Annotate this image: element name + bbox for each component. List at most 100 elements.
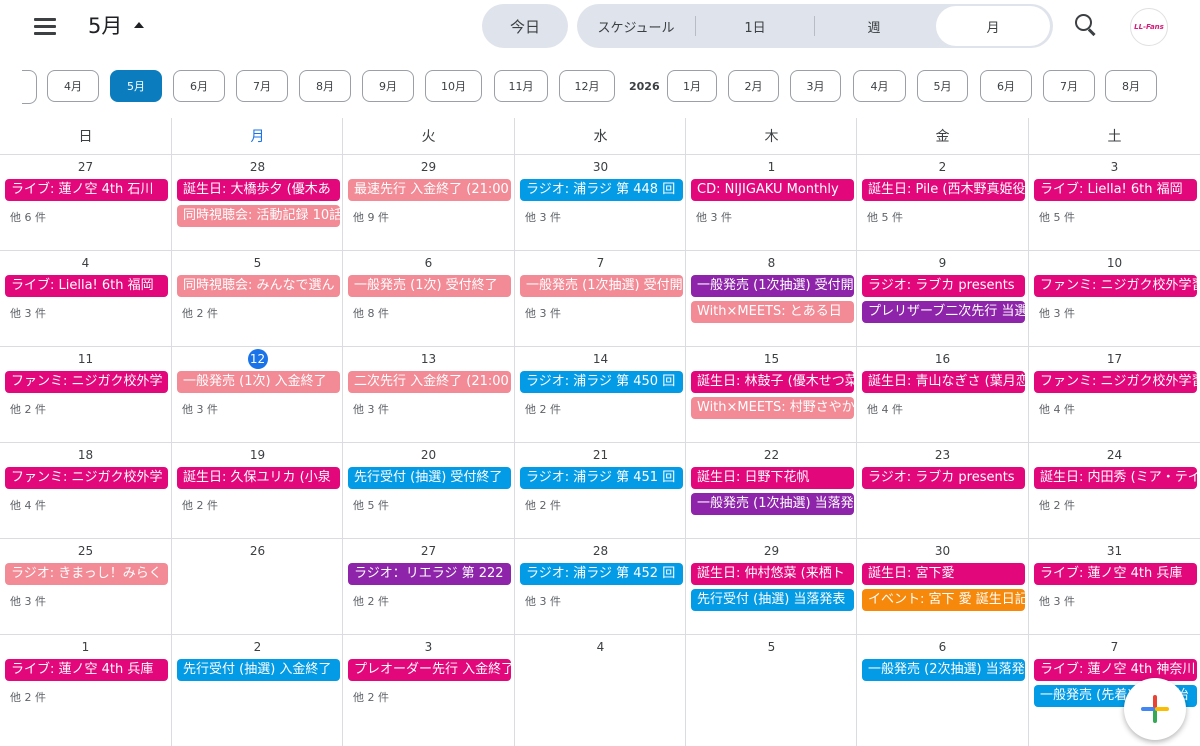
more-events-link[interactable]: 他 3 件 [525,305,561,321]
month-chip[interactable]: 9月 [362,70,414,102]
day-cell[interactable]: 22 誕生日: 日野下花帆 一般発売 (1次抽選) 当落発表 [686,442,857,538]
day-number[interactable]: 9 [857,253,1028,273]
day-cell[interactable]: 9 ラジオ: ラブカ presents プレリザーブ二次先行 当選 [857,250,1028,346]
event-chip[interactable]: 先行受付 (抽選) 当落発表 [691,589,854,611]
event-chip[interactable]: イベント: 宮下 愛 誕生日記念 [862,589,1025,611]
day-cell[interactable]: 28 誕生日: 大橋歩夕 (優木あ 同時視聴会: 活動記録 10話 [172,154,343,250]
event-chip[interactable]: 先行受付 (抽選) 入金終了 [177,659,340,681]
event-chip[interactable]: 一般発売 (1次抽選) 受付開始 [691,275,854,297]
event-chip[interactable]: 一般発売 (2次抽選) 当落発表 [862,659,1025,681]
day-number[interactable]: 7 [1029,637,1200,657]
day-cell[interactable]: 29 最速先行 入金終了 (21:00 他 9 件 [343,154,514,250]
day-number[interactable]: 1 [0,637,171,657]
month-chip[interactable]: 4月 [853,70,906,102]
day-cell[interactable]: 6 一般発売 (2次抽選) 当落発表 [857,634,1028,730]
day-cell[interactable]: 26 [172,538,343,634]
event-chip[interactable]: 一般発売 (1次抽選) 当落発表 [691,493,854,515]
day-number[interactable]: 20 [343,445,514,465]
day-cell[interactable]: 28 ラジオ: 浦ラジ 第 452 回他 3 件 [515,538,686,634]
more-events-link[interactable]: 他 2 件 [1039,497,1075,513]
more-events-link[interactable]: 他 5 件 [1039,209,1075,225]
event-chip[interactable]: CD: NIJIGAKU Monthly [691,179,854,201]
more-events-link[interactable]: 他 3 件 [1039,305,1075,321]
day-cell[interactable]: 3 ライブ: Liella! 6th 福岡他 5 件 [1029,154,1200,250]
event-chip[interactable]: ファンミ: ニジガク校外学 [5,467,168,489]
day-cell[interactable]: 5 同時視聴会: みんなで選ん他 2 件 [172,250,343,346]
more-events-link[interactable]: 他 3 件 [525,209,561,225]
more-events-link[interactable]: 他 8 件 [353,305,389,321]
event-chip[interactable]: 一般発売 (1次) 受付終了 [348,275,511,297]
avatar[interactable]: LL-Fans [1130,8,1168,46]
event-chip[interactable]: ライブ: 蓮ノ空 4th 兵庫 [1034,563,1197,585]
day-cell[interactable]: 12 一般発売 (1次) 入金終了他 3 件 [172,346,343,442]
month-chip[interactable]: 12月 [559,70,615,102]
more-events-link[interactable]: 他 6 件 [10,209,46,225]
event-chip[interactable]: 誕生日: Pile (西木野真姫役) [862,179,1025,201]
event-chip[interactable]: ファンミ: ニジガク校外学 [5,371,168,393]
more-events-link[interactable]: 他 3 件 [696,209,732,225]
event-chip[interactable]: 二次先行 入金終了 (21:00 [348,371,511,393]
day-number[interactable]: 1 [686,157,857,177]
day-cell[interactable]: 21 ラジオ: 浦ラジ 第 451 回他 2 件 [515,442,686,538]
event-chip[interactable]: 同時視聴会: 活動記録 10話 [177,205,340,227]
day-number[interactable]: 16 [857,349,1028,369]
more-events-link[interactable]: 他 2 件 [353,593,389,609]
day-number[interactable]: 2 [172,637,343,657]
month-chip[interactable]: 3月 [790,70,841,102]
day-cell[interactable]: 18 ファンミ: ニジガク校外学他 4 件 [0,442,171,538]
create-event-button[interactable] [1124,678,1186,740]
event-chip[interactable]: ラジオ: ラブカ presents [862,275,1025,297]
event-chip[interactable]: 誕生日: 林鼓子 (優木せつ菜 [691,371,854,393]
day-cell[interactable]: 1 CD: NIJIGAKU Monthly 他 3 件 [686,154,857,250]
day-number[interactable]: 27 [343,541,514,561]
day-cell[interactable]: 24 誕生日: 内田秀 (ミア・テイラー他 2 件 [1029,442,1200,538]
more-events-link[interactable]: 他 3 件 [10,593,46,609]
day-number[interactable]: 6 [857,637,1028,657]
day-number[interactable]: 10 [1029,253,1200,273]
day-cell[interactable]: 30 誕生日: 宮下愛 イベント: 宮下 愛 誕生日記念 [857,538,1028,634]
day-cell[interactable]: 27 ラジオ：リエラジ 第 222 他 2 件 [343,538,514,634]
day-cell[interactable]: 23 ラジオ: ラブカ presents [857,442,1028,538]
day-cell[interactable]: 27 ライブ: 蓮ノ空 4th 石川他 6 件 [0,154,171,250]
day-number[interactable]: 28 [515,541,686,561]
more-events-link[interactable]: 他 2 件 [10,689,46,705]
event-chip[interactable]: ラジオ: ラブカ presents [862,467,1025,489]
event-chip[interactable]: 誕生日: 久保ユリカ (小泉 [177,467,340,489]
day-cell[interactable]: 3 プレオーダー先行 入金終了他 2 件 [343,634,514,730]
event-chip[interactable]: 一般発売 (1次) 入金終了 [177,371,340,393]
month-chip[interactable]: 8月 [299,70,351,102]
view-day-tab[interactable]: 1日 [696,4,814,48]
event-chip[interactable]: ライブ: 蓮ノ空 4th 石川 [5,179,168,201]
more-events-link[interactable]: 他 9 件 [353,209,389,225]
day-cell[interactable]: 14 ラジオ: 浦ラジ 第 450 回他 2 件 [515,346,686,442]
more-events-link[interactable]: 他 3 件 [525,593,561,609]
day-number[interactable]: 21 [515,445,686,465]
event-chip[interactable]: With×MEETS: とある日 [691,301,854,323]
event-chip[interactable]: ラジオ: 浦ラジ 第 448 回 [520,179,683,201]
day-number[interactable]: 25 [0,541,171,561]
event-chip[interactable]: ライブ: 蓮ノ空 4th 神奈川 [1034,659,1197,681]
day-number[interactable]: 14 [515,349,686,369]
day-cell[interactable]: 2 先行受付 (抽選) 入金終了 [172,634,343,730]
more-events-link[interactable]: 他 2 件 [353,689,389,705]
event-chip[interactable]: ラジオ: きまっし！みらく [5,563,168,585]
more-events-link[interactable]: 他 4 件 [1039,401,1075,417]
day-number[interactable]: 7 [515,253,686,273]
day-number[interactable]: 17 [1029,349,1200,369]
event-chip[interactable]: ファンミ: ニジガク校外学習 [1034,275,1197,297]
day-cell[interactable]: 10 ファンミ: ニジガク校外学習他 3 件 [1029,250,1200,346]
month-chip[interactable]: 5月 [917,70,968,102]
month-chip[interactable]: 7月 [1043,70,1095,102]
more-events-link[interactable]: 他 2 件 [525,401,561,417]
search-icon[interactable] [1073,12,1099,38]
event-chip[interactable]: 同時視聴会: みんなで選ん [177,275,340,297]
day-cell[interactable]: 5 [686,634,857,730]
event-chip[interactable]: With×MEETS: 村野さやか [691,397,854,419]
view-schedule-tab[interactable]: スケジュール [577,4,695,48]
day-cell[interactable]: 2 誕生日: Pile (西木野真姫役) 他 5 件 [857,154,1028,250]
day-number[interactable]: 26 [172,541,343,561]
more-events-link[interactable]: 他 2 件 [182,305,218,321]
day-cell[interactable]: 13 二次先行 入金終了 (21:00 他 3 件 [343,346,514,442]
event-chip[interactable]: 先行受付 (抽選) 受付終了 [348,467,511,489]
more-events-link[interactable]: 他 2 件 [10,401,46,417]
